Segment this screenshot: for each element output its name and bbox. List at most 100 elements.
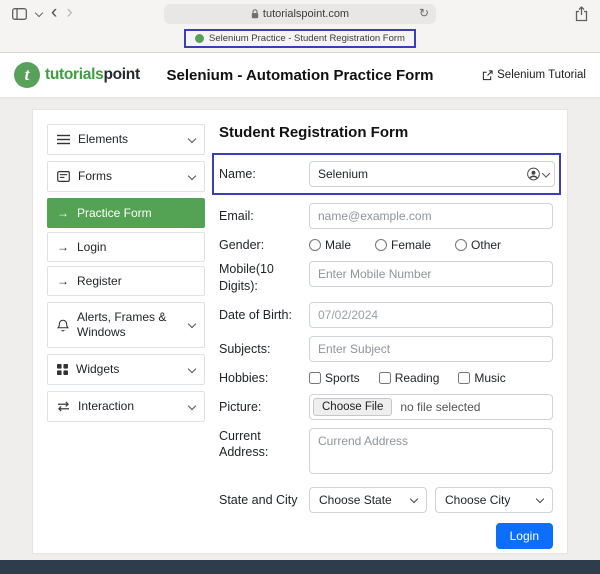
sidebar-item-label: Login — [77, 240, 106, 254]
city-select[interactable]: Choose City — [435, 487, 553, 513]
other-label: Other — [471, 238, 501, 252]
sidebar-item-label: Register — [77, 274, 122, 288]
page-footer — [0, 560, 600, 574]
login-row: Login — [219, 523, 553, 549]
tab-favicon — [195, 34, 204, 43]
main-content: Elements Forms → Practice Form → Login — [0, 97, 600, 560]
chevron-down-icon — [188, 401, 196, 409]
mobile-label: Mobile(10 Digits): — [219, 261, 309, 294]
chevron-down-icon[interactable] — [35, 8, 43, 16]
mobile-input[interactable] — [309, 261, 553, 287]
choose-file-button[interactable]: Choose File — [313, 398, 392, 416]
subjects-label: Subjects: — [219, 341, 309, 357]
logo-icon: t — [14, 62, 40, 88]
chevron-down-icon — [188, 320, 196, 328]
arrow-right-icon: → — [57, 274, 69, 288]
selenium-tutorial-link[interactable]: Selenium Tutorial — [482, 69, 586, 81]
chevron-down-icon — [188, 171, 196, 179]
site-header: t tutorialspoint Selenium - Automation P… — [0, 53, 600, 97]
address-label: Current Address: — [219, 428, 309, 461]
reading-checkbox[interactable] — [379, 372, 391, 384]
sidebar-item-elements[interactable]: Elements — [47, 124, 205, 155]
state-select[interactable]: Choose State — [309, 487, 427, 513]
forward-button[interactable]: › — [66, 3, 72, 22]
swap-arrows-icon — [57, 401, 70, 412]
sidebar-item-label: Practice Form — [77, 206, 152, 220]
logo-text-green: tutorials — [45, 66, 103, 83]
subjects-row: Subjects: — [219, 336, 553, 362]
male-radio[interactable] — [309, 239, 321, 251]
other-radio[interactable] — [455, 239, 467, 251]
sidebar-item-label: Forms — [78, 169, 112, 184]
sidebar-item-label: Alerts, Frames & Windows — [77, 310, 181, 340]
file-input[interactable]: Choose File no file selected — [309, 394, 553, 420]
hobbies-label: Hobbies: — [219, 370, 309, 386]
sidebar-item-register[interactable]: → Register — [47, 266, 205, 296]
gender-option-other[interactable]: Other — [455, 238, 501, 252]
sidebar-item-label: Widgets — [76, 362, 119, 377]
reload-icon[interactable]: ↻ — [419, 6, 429, 20]
back-button[interactable]: ‹ — [51, 3, 57, 22]
contact-autofill-icon[interactable] — [527, 168, 549, 181]
active-tab[interactable]: Selenium Practice - Student Registration… — [195, 33, 405, 44]
sidebar-item-label: Interaction — [78, 399, 134, 414]
email-label: Email: — [219, 208, 309, 224]
sidebar-item-practice-form[interactable]: → Practice Form — [47, 198, 205, 228]
content-card: Elements Forms → Practice Form → Login — [32, 109, 568, 554]
file-status-text: no file selected — [392, 400, 480, 414]
gender-label: Gender: — [219, 237, 309, 253]
header-link-label: Selenium Tutorial — [497, 69, 586, 81]
email-field[interactable] — [309, 203, 553, 229]
chevron-down-icon — [542, 169, 550, 177]
female-label: Female — [391, 238, 431, 252]
page-title: Selenium - Automation Practice Form — [167, 67, 434, 84]
music-checkbox[interactable] — [458, 372, 470, 384]
form-title: Student Registration Form — [219, 124, 553, 141]
sidebar: Elements Forms → Practice Form → Login — [47, 124, 205, 539]
gender-option-male[interactable]: Male — [309, 238, 351, 252]
hobby-option-reading[interactable]: Reading — [379, 371, 440, 385]
hobbies-row: Hobbies: Sports Reading Music — [219, 370, 553, 386]
dob-label: Date of Birth: — [219, 307, 309, 323]
forms-submenu: → Practice Form → Login → Register — [47, 198, 205, 296]
subjects-input[interactable] — [309, 336, 553, 362]
date-of-birth-input[interactable] — [309, 302, 553, 328]
bell-icon — [57, 319, 69, 332]
sidebar-item-interaction[interactable]: Interaction — [47, 391, 205, 422]
hobby-option-sports[interactable]: Sports — [309, 371, 360, 385]
name-row-highlight-annotation: Name: — [212, 153, 561, 195]
sidebar-item-login[interactable]: → Login — [47, 232, 205, 262]
sidebar-item-alerts-frames-windows[interactable]: Alerts, Frames & Windows — [47, 302, 205, 348]
female-radio[interactable] — [375, 239, 387, 251]
current-address-textarea[interactable] — [309, 428, 553, 474]
browser-toolbar: ‹ › tutorialspoint.com ↻ — [0, 0, 600, 28]
logo-text: tutorialspoint — [45, 66, 140, 84]
email-row: Email: — [219, 203, 553, 229]
arrow-right-icon: → — [57, 240, 69, 254]
sidebar-toggle-icon[interactable] — [12, 8, 27, 20]
chevron-down-icon — [188, 364, 196, 372]
state-city-row: State and City Choose State Choose City — [219, 487, 553, 513]
tab-title: Selenium Practice - Student Registration… — [209, 33, 405, 44]
address-row: Current Address: — [219, 428, 553, 479]
tutorialspoint-logo[interactable]: t tutorialspoint — [14, 62, 140, 88]
picture-row: Picture: Choose File no file selected — [219, 394, 553, 420]
form-card-icon — [57, 171, 70, 182]
share-icon[interactable] — [575, 6, 588, 27]
sports-checkbox[interactable] — [309, 372, 321, 384]
login-button[interactable]: Login — [496, 523, 553, 549]
sports-label: Sports — [325, 371, 360, 385]
hobby-option-music[interactable]: Music — [458, 371, 505, 385]
name-input[interactable] — [309, 161, 555, 187]
sidebar-item-forms[interactable]: Forms — [47, 161, 205, 192]
browser-chrome: ‹ › tutorialspoint.com ↻ Selenium Practi… — [0, 0, 600, 53]
registration-form: Student Registration Form Name: Email: — [219, 124, 553, 539]
address-bar[interactable]: tutorialspoint.com ↻ — [164, 4, 436, 24]
sidebar-item-widgets[interactable]: Widgets — [47, 354, 205, 385]
city-select-value: Choose City — [445, 493, 510, 507]
lock-icon — [251, 9, 259, 19]
gender-option-female[interactable]: Female — [375, 238, 431, 252]
chevron-down-icon — [188, 134, 196, 142]
grid-icon — [57, 364, 68, 375]
arrow-right-icon: → — [57, 206, 69, 220]
